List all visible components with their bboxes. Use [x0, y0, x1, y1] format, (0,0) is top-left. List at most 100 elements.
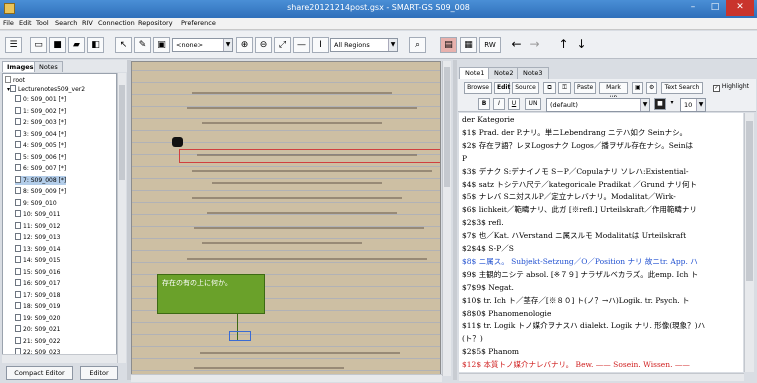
tree-item[interactable]: 15: S09_016: [15, 267, 60, 277]
italic-button[interactable]: I: [493, 98, 505, 110]
tree-item[interactable]: 4: S09_005 [*]: [15, 141, 66, 150]
up-arrow-icon[interactable]: ↑: [555, 37, 572, 53]
tree-item[interactable]: 8: S09_009 [*]: [15, 187, 66, 196]
export-icon[interactable]: ◧: [87, 37, 104, 53]
rw-button[interactable]: RW: [479, 37, 501, 53]
layer-combo[interactable]: <none> ▼: [172, 38, 233, 52]
editor-button[interactable]: Editor: [80, 366, 118, 380]
lock-icon[interactable]: ▣: [153, 37, 170, 53]
scroll-thumb[interactable]: [746, 121, 753, 281]
edit-button[interactable]: Edit: [494, 82, 510, 94]
image-annotation-note[interactable]: 存在の有の上に何か。: [157, 274, 265, 314]
menu-riv[interactable]: RIV: [82, 19, 93, 27]
underline-button[interactable]: U: [508, 98, 520, 110]
browse-button[interactable]: Browse: [464, 82, 492, 94]
highlight-checkbox[interactable]: ✓ Highlight: [707, 82, 755, 94]
maximize-button[interactable]: □: [704, 0, 726, 16]
tree-item[interactable]: 20: S09_021: [15, 325, 60, 334]
tree-item[interactable]: 17: S09_018: [15, 290, 60, 300]
tree-item[interactable]: 10: S09_011: [15, 210, 60, 219]
font-size-combo[interactable]: 10 ▼: [680, 98, 706, 112]
right-splitter[interactable]: [453, 60, 457, 380]
copy-icon[interactable]: ⧉: [543, 82, 556, 94]
tree-horizontal-scrollbar[interactable]: [2, 354, 117, 363]
search-icon[interactable]: ⌕: [409, 37, 426, 53]
tree-item[interactable]: 21: S09_022: [15, 336, 60, 346]
markup-button[interactable]: Mark up: [599, 82, 628, 101]
image-vertical-scrollbar[interactable]: [442, 61, 451, 376]
tree-project[interactable]: ▾ Lecturenotes509_ver2: [7, 85, 85, 94]
tree-item[interactable]: 11: S09_012: [15, 221, 60, 231]
vertical-line-icon[interactable]: Ι: [312, 37, 329, 53]
tree-item[interactable]: 6: S09_007 [*]: [15, 164, 66, 173]
zoom-fit-icon[interactable]: ⤢: [274, 37, 291, 53]
zoom-out-icon[interactable]: ⊖: [255, 37, 272, 53]
grid-icon[interactable]: ▦: [460, 37, 477, 53]
forward-arrow-icon[interactable]: →: [526, 37, 543, 53]
font-combo[interactable]: (default) ▼: [546, 98, 650, 112]
image-icon[interactable]: ▣: [632, 82, 643, 94]
tree-item[interactable]: 13: S09_014: [15, 244, 60, 254]
tree-item[interactable]: 18: S09_019: [15, 302, 60, 311]
save-icon[interactable]: ■: [49, 37, 66, 53]
tree-item[interactable]: 7: S09_008 [*]: [15, 175, 67, 185]
checkbox-icon[interactable]: ✓: [712, 85, 720, 92]
list-icon[interactable]: ☰: [5, 37, 22, 53]
selected-region-box[interactable]: [179, 149, 440, 163]
tab-notes[interactable]: Notes: [34, 61, 63, 72]
tree-item[interactable]: 2: S09_003 [*]: [15, 118, 66, 127]
close-button[interactable]: ✕: [726, 0, 754, 16]
menu-file[interactable]: File: [3, 19, 14, 27]
tree-item[interactable]: 0: S09_001 [*]: [15, 95, 66, 104]
record-icon[interactable]: ▤: [440, 37, 457, 53]
tree-item[interactable]: 1: S09_002 [*]: [15, 106, 66, 116]
tab-note2[interactable]: Note2: [488, 67, 520, 79]
down-arrow-icon[interactable]: ↓: [573, 37, 590, 53]
bold-button[interactable]: B: [478, 98, 490, 110]
tree-item[interactable]: 3: S09_004 [*]: [15, 129, 66, 139]
tree-item[interactable]: 16: S09_017: [15, 279, 60, 288]
menu-edit[interactable]: Edit: [19, 19, 32, 27]
tree-item[interactable]: 14: S09_015: [15, 256, 60, 265]
minimize-button[interactable]: –: [682, 0, 704, 16]
menu-repository[interactable]: Repository: [138, 19, 173, 27]
source-button[interactable]: Source: [512, 82, 539, 94]
tree-item-label: 12: S09_013: [23, 234, 61, 241]
menu-tool[interactable]: Tool: [36, 19, 49, 27]
text-search-button[interactable]: Text Search: [661, 82, 703, 94]
manuscript-image-panel[interactable]: 存在の有の上に何か。: [131, 61, 441, 376]
tree-vertical-scrollbar[interactable]: [117, 73, 126, 363]
back-arrow-icon[interactable]: ←: [508, 37, 525, 53]
folder-icon[interactable]: ▰: [68, 37, 85, 53]
tab-note3[interactable]: Note3: [517, 67, 549, 79]
annotation-target-box[interactable]: [229, 331, 251, 341]
horizontal-line-icon[interactable]: —: [293, 37, 310, 53]
tree-item[interactable]: 19: S09_020: [15, 313, 60, 323]
zoom-in-icon[interactable]: ⊕: [236, 37, 253, 53]
tree-root[interactable]: root: [5, 76, 25, 85]
un-button[interactable]: UN: [525, 98, 541, 110]
image-horizontal-scrollbar[interactable]: [131, 374, 442, 382]
tree-item[interactable]: 5: S09_006 [*]: [15, 152, 66, 162]
chevron-down-icon[interactable]: ▾: [668, 98, 676, 110]
scroll-thumb[interactable]: [444, 67, 450, 187]
paste-button[interactable]: Paste: [574, 82, 596, 94]
editor-horizontal-scrollbar[interactable]: [459, 373, 744, 381]
pointer-icon[interactable]: ↖: [115, 37, 132, 53]
menu-preference[interactable]: Preference: [181, 19, 216, 27]
scroll-thumb[interactable]: [119, 85, 125, 180]
tab-note1[interactable]: Note1: [459, 67, 491, 79]
pen-icon[interactable]: ✎: [134, 37, 151, 53]
editor-vertical-scrollbar[interactable]: [744, 113, 754, 372]
settings-icon[interactable]: ⚙: [646, 82, 657, 94]
tree-item[interactable]: 12: S09_013: [15, 233, 60, 242]
tree-item[interactable]: 9: S09_010: [15, 198, 57, 208]
text-color-swatch[interactable]: ■: [654, 98, 666, 110]
menu-search[interactable]: Search: [55, 19, 77, 27]
compact-editor-button[interactable]: Compact Editor: [6, 366, 73, 380]
open-icon[interactable]: ▭: [30, 37, 47, 53]
menu-connection[interactable]: Connection: [98, 19, 135, 27]
cut-icon[interactable]: ⚿: [558, 82, 571, 94]
note-text-editor[interactable]: der Kategorie $1$ Prad. der P.ナリ。単ニLebend…: [459, 113, 743, 372]
region-combo[interactable]: All Regions ▼: [330, 38, 398, 52]
